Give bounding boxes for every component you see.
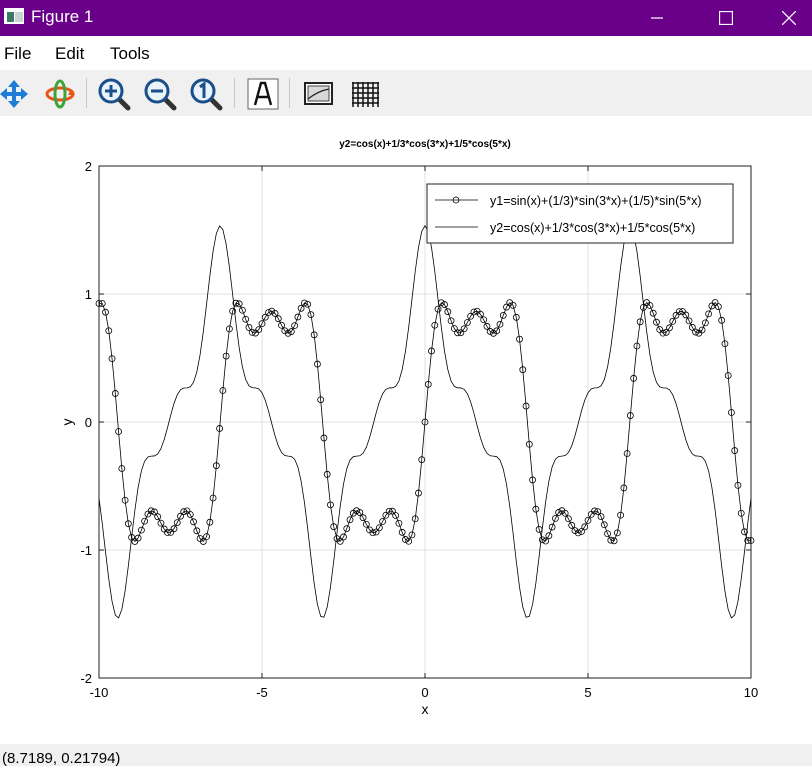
maximize-button[interactable]	[703, 0, 749, 36]
x-tick-label: 10	[744, 685, 758, 700]
close-button[interactable]	[766, 0, 812, 36]
zoom-reset-button[interactable]	[189, 77, 223, 111]
text-annotation-icon	[247, 78, 279, 110]
y-tick-label: 2	[85, 159, 92, 174]
app-icon	[4, 8, 24, 24]
toolbar-separator	[234, 78, 235, 108]
axes-box-button[interactable]	[302, 77, 336, 111]
zoom-out-button[interactable]	[143, 77, 177, 111]
axes-box-icon	[304, 82, 333, 105]
y-tick-label: -1	[80, 543, 92, 558]
maximize-icon	[719, 11, 733, 25]
y-tick-label: -2	[80, 671, 92, 686]
zoom-in-button[interactable]	[97, 77, 131, 111]
legend-label-y2: y2=cos(x)+1/3*cos(3*x)+1/5*cos(5*x)	[490, 221, 695, 235]
zoom-reset-icon	[190, 78, 223, 111]
rotate-button[interactable]	[43, 77, 77, 111]
menu-bar: File Edit Tools	[0, 36, 812, 70]
x-tick-label: 0	[421, 685, 428, 700]
grid-button[interactable]	[348, 77, 382, 111]
rotate-icon	[45, 79, 75, 109]
menu-tools[interactable]: Tools	[110, 44, 150, 64]
x-tick-label: -5	[256, 685, 268, 700]
y-tick-label: 1	[85, 287, 92, 302]
window-title: Figure 1	[31, 7, 94, 26]
toolbar	[0, 70, 812, 116]
x-tick-label: 5	[584, 685, 591, 700]
y-tick-label: 0	[85, 415, 92, 430]
figure-canvas[interactable]: y2=cos(x)+1/3*cos(3*x)+1/5*cos(5*x) -10-…	[0, 116, 812, 744]
legend: y1=sin(x)+(1/3)*sin(3*x)+(1/5)*sin(5*x) …	[426, 183, 734, 244]
title-bar: Figure 1	[0, 0, 812, 36]
close-icon	[782, 11, 796, 25]
y-axis-label: y	[59, 419, 75, 426]
plot-canvas[interactable]: y2=cos(x)+1/3*cos(3*x)+1/5*cos(5*x) -10-…	[0, 116, 812, 744]
status-bar: (8.7189, 0.21794)	[0, 744, 812, 767]
chart-title: y2=cos(x)+1/3*cos(3*x)+1/5*cos(5*x)	[339, 139, 511, 150]
toolbar-separator	[289, 78, 290, 108]
minimize-button[interactable]	[634, 0, 680, 36]
zoom-in-icon	[98, 78, 131, 111]
zoom-out-icon	[144, 78, 177, 111]
text-annotation-button[interactable]	[246, 77, 280, 111]
cursor-coordinates: (8.7189, 0.21794)	[2, 750, 121, 767]
minimize-icon	[651, 17, 663, 19]
menu-file[interactable]: File	[4, 44, 31, 64]
grid-icon	[352, 82, 379, 107]
pan-button[interactable]	[0, 77, 31, 111]
toolbar-separator	[86, 78, 87, 108]
menu-edit[interactable]: Edit	[55, 44, 84, 64]
x-axis-label: x	[422, 701, 429, 717]
legend-label-y1: y1=sin(x)+(1/3)*sin(3*x)+(1/5)*sin(5*x)	[490, 194, 702, 208]
x-tick-label: -10	[90, 685, 109, 700]
pan-icon	[0, 80, 28, 108]
